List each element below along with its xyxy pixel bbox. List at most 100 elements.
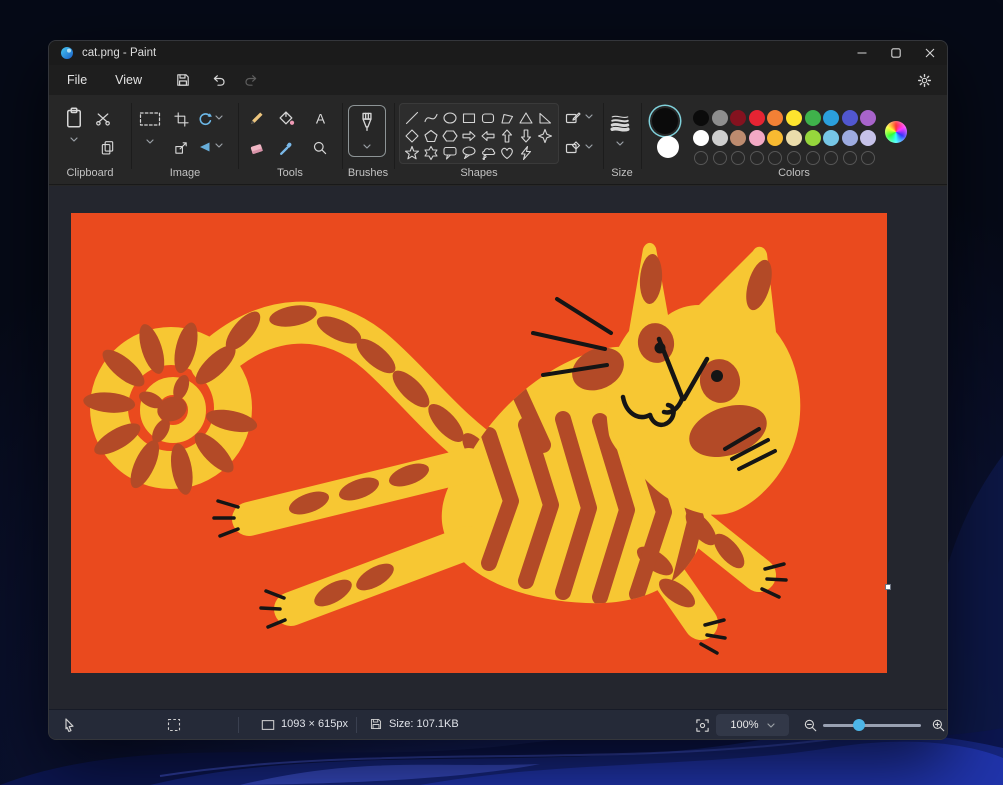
paste-button[interactable] [61,103,87,133]
shape-outline-chevron[interactable] [585,114,593,119]
pencil-tool-button[interactable] [245,107,267,129]
save-button[interactable] [170,67,196,93]
edit-colors-button[interactable] [885,121,907,143]
palette-swatch-0-0[interactable] [693,110,709,126]
settings-button[interactable] [911,67,937,93]
shape-polygon[interactable] [499,110,515,126]
resize-button[interactable] [171,137,191,157]
shape-rectangle[interactable] [461,110,477,126]
color2-swatch[interactable] [657,136,679,158]
magnifier-tool-button[interactable] [309,137,331,159]
shape-diamond[interactable] [404,128,420,144]
rotate-dropdown-chevron[interactable] [215,115,223,120]
palette-swatch-0-1[interactable] [711,110,728,126]
shape-heart[interactable] [499,145,515,161]
shape-callout-oval[interactable] [461,145,477,161]
menu-file[interactable]: File [57,69,97,91]
redo-button[interactable] [238,67,264,93]
shape-callout-cloud[interactable] [480,145,496,161]
shape-star-5[interactable] [404,145,420,161]
palette-empty-slot-1 [712,151,727,165]
paste-icon [67,107,81,128]
shape-rounded-rectangle[interactable] [480,110,496,126]
cut-button[interactable] [93,109,113,129]
brushes-dropdown-chevron [363,144,371,149]
minimize-button[interactable] [845,41,879,65]
eraser-tool-button[interactable] [245,137,267,159]
palette-swatch-0-9[interactable] [860,110,877,126]
palette-swatch-0-6[interactable] [804,110,821,126]
canvas-resize-handle-right[interactable] [885,584,891,590]
shape-star-6[interactable] [423,145,439,161]
shape-callout-rounded[interactable] [442,145,458,161]
shape-fill-chevron[interactable] [585,144,593,149]
shape-hexagon[interactable] [442,128,458,144]
shape-arrow-down[interactable] [518,128,534,144]
size-button[interactable] [607,111,633,135]
palette-swatch-1-0[interactable] [693,130,709,146]
palette-swatch-0-5[interactable] [786,110,802,126]
drawing-canvas[interactable] [71,213,887,673]
shape-lightning[interactable] [518,145,534,161]
shape-fill-button[interactable] [563,137,583,157]
shape-outline-button[interactable] [563,107,583,127]
palette-swatch-0-2[interactable] [730,110,747,126]
text-tool-button[interactable]: A [309,107,331,129]
shape-ellipse[interactable] [442,110,458,126]
palette-swatch-0-8[interactable] [841,110,858,126]
flip-button[interactable] [195,137,215,157]
zoom-dropdown-chevron [766,722,775,728]
status-bar: 1093 × 615px Size: 107.1KB 100% [49,709,947,739]
close-icon [925,48,935,58]
status-divider [238,717,239,733]
crop-button[interactable] [171,109,191,129]
color1-swatch[interactable] [652,108,678,134]
shape-arrow-up[interactable] [499,128,515,144]
fit-to-window-icon [695,718,709,732]
palette-swatch-0-3[interactable] [748,110,765,126]
palette-swatch-1-5[interactable] [786,130,802,146]
flip-dropdown-chevron[interactable] [215,143,223,148]
palette-swatch-1-6[interactable] [804,130,821,146]
palette-swatch-1-7[interactable] [823,130,840,146]
color-picker-tool-button[interactable] [275,137,297,159]
zoom-out-button[interactable] [799,714,821,736]
palette-swatch-0-7[interactable] [823,110,840,126]
select-dropdown-chevron[interactable] [146,139,154,144]
zoom-slider-thumb[interactable] [853,719,865,731]
shape-pentagon[interactable] [423,128,439,144]
brushes-button[interactable] [348,105,386,157]
close-button[interactable] [913,41,947,65]
shape-line[interactable] [404,110,420,126]
palette-swatch-1-4[interactable] [767,130,784,146]
size-dropdown-chevron[interactable] [616,141,624,146]
palette-swatch-1-2[interactable] [730,130,747,146]
shape-curve[interactable] [423,110,439,126]
shape-right-triangle[interactable] [537,110,553,126]
brush-icon [362,112,372,131]
palette-swatch-1-8[interactable] [841,130,858,146]
zoom-slider-track[interactable] [823,724,921,727]
fit-to-window-button[interactable] [691,714,713,736]
palette-swatch-1-3[interactable] [748,130,765,146]
zoom-in-button[interactable] [927,714,947,736]
menu-view[interactable]: View [105,69,152,91]
paint-app-icon [61,47,73,59]
selection-size-icon [167,718,181,732]
copy-button[interactable] [97,137,117,157]
ribbon-divider [342,103,343,169]
shape-triangle[interactable] [518,110,534,126]
shape-arrow-right[interactable] [461,128,477,144]
palette-swatch-1-1[interactable] [711,130,728,146]
zoom-level-dropdown[interactable]: 100% [716,714,789,736]
select-button[interactable] [137,109,163,129]
palette-swatch-0-4[interactable] [767,110,784,126]
maximize-button[interactable] [879,41,913,65]
palette-swatch-1-9[interactable] [860,130,877,146]
undo-button[interactable] [206,67,232,93]
shape-star-4[interactable] [537,128,553,144]
fill-tool-button[interactable] [275,107,297,129]
paste-dropdown-chevron[interactable] [70,137,78,142]
shape-arrow-left[interactable] [480,128,496,144]
rotate-button[interactable] [195,109,215,129]
